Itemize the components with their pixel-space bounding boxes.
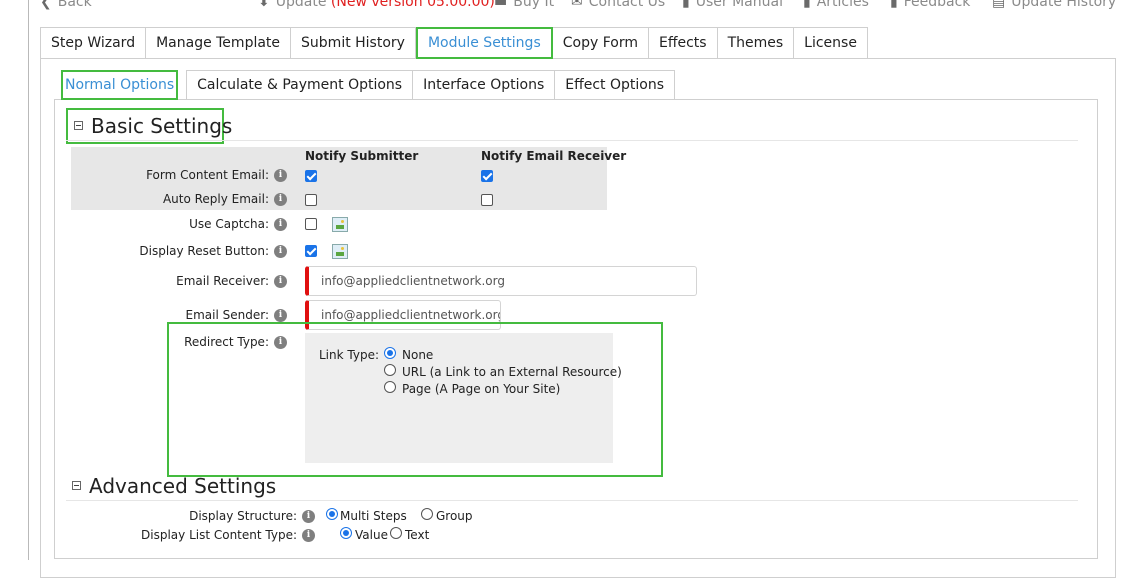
basic-separator [66, 140, 1078, 141]
group-label: Group [436, 509, 473, 523]
form-content-email-label: Form Content Email: [146, 168, 269, 182]
file-icon: ▮ [682, 0, 690, 10]
tab-step-wizard[interactable]: Step Wizard [40, 27, 147, 59]
envelope-icon: ✉ [571, 0, 583, 10]
tab-license[interactable]: License [794, 27, 868, 59]
info-icon[interactable]: i [302, 529, 315, 542]
redirect-highlight-box [167, 322, 663, 477]
sub-tabs: Normal Options Calculate & Payment Optio… [54, 70, 676, 100]
tab-effect-options[interactable]: Effect Options [555, 70, 676, 100]
info-icon[interactable]: i [274, 309, 287, 322]
back-arrow-icon: ❮ [40, 0, 52, 10]
use-captcha-checkbox[interactable] [305, 218, 317, 230]
collapse-icon[interactable] [72, 481, 81, 490]
email-receiver-label: Email Receiver: [176, 274, 269, 288]
buy-link[interactable]: ▬ Buy It [494, 0, 554, 10]
info-icon[interactable]: i [302, 510, 315, 523]
book-icon: ▮ [803, 0, 811, 10]
auto-reply-email-label: Auto Reply Email: [162, 192, 269, 206]
tab-interface-options[interactable]: Interface Options [413, 70, 556, 100]
display-structure-label: Display Structure: [189, 509, 297, 523]
tab-submit-history[interactable]: Submit History [291, 27, 416, 59]
text-radio[interactable] [390, 527, 402, 539]
info-icon[interactable]: i [274, 245, 287, 258]
auto-reply-submitter-checkbox[interactable] [305, 194, 317, 206]
use-captcha-label: Use Captcha: [189, 217, 269, 231]
display-reset-label: Display Reset Button: [139, 244, 269, 258]
tab-copy-form[interactable]: Copy Form [552, 27, 649, 59]
auto-reply-receiver-checkbox[interactable] [481, 194, 493, 206]
feedback-link[interactable]: ▮ Feedback [890, 0, 970, 10]
info-icon[interactable]: i [274, 169, 287, 182]
email-sender-label: Email Sender: [185, 308, 269, 322]
update-link[interactable]: ⬇ Update (New version 05.00.00) [258, 0, 495, 10]
group-radio[interactable] [421, 508, 433, 520]
value-label: Value [355, 528, 388, 542]
tab-calculate-payment[interactable]: Calculate & Payment Options [186, 70, 414, 100]
basic-settings-title: Basic Settings [91, 114, 233, 138]
multi-steps-label: Multi Steps [340, 509, 407, 523]
tab-effects[interactable]: Effects [648, 27, 718, 59]
download-icon: ⬇ [258, 0, 270, 10]
image-preview-icon[interactable] [332, 244, 348, 259]
advanced-separator [66, 500, 1078, 501]
info-icon[interactable]: i [274, 275, 287, 288]
multi-steps-radio[interactable] [326, 508, 338, 520]
advanced-settings-header[interactable]: Advanced Settings [72, 474, 276, 498]
col-notify-receiver: Notify Email Receiver [481, 149, 627, 163]
comment-icon: ▮ [890, 0, 898, 10]
main-tabs: Step Wizard Manage Template Submit Histo… [40, 27, 868, 59]
email-receiver-input[interactable]: info@appliedclientnetwork.org [305, 266, 697, 296]
manual-link[interactable]: ▮ User Manual [682, 0, 783, 10]
text-label: Text [405, 528, 430, 542]
display-reset-checkbox[interactable] [305, 245, 317, 257]
back-button[interactable]: ❮ Back [40, 0, 92, 10]
list-icon: ▤ [992, 0, 1006, 10]
articles-link[interactable]: ▮ Articles [803, 0, 869, 10]
info-icon[interactable]: i [274, 218, 287, 231]
tab-normal-options[interactable]: Normal Options [61, 70, 179, 100]
tab-module-settings[interactable]: Module Settings [415, 27, 553, 59]
image-preview-icon[interactable] [332, 217, 348, 232]
form-content-email-submitter-checkbox[interactable] [305, 170, 317, 182]
value-radio[interactable] [340, 527, 352, 539]
display-list-label: Display List Content Type: [141, 528, 297, 542]
collapse-icon[interactable] [74, 121, 83, 130]
basic-settings-header[interactable]: Basic Settings [66, 108, 232, 144]
info-icon[interactable]: i [274, 193, 287, 206]
advanced-settings-title: Advanced Settings [89, 474, 277, 498]
tab-manage-template[interactable]: Manage Template [146, 27, 292, 59]
top-toolbar: ❮ Back ⬇ Update (New version 05.00.00) ▬ Bu… [0, 0, 1125, 12]
form-content-email-receiver-checkbox[interactable] [481, 170, 493, 182]
history-link[interactable]: ▤ Update History [992, 0, 1116, 10]
tab-themes[interactable]: Themes [717, 27, 795, 59]
col-notify-submitter: Notify Submitter [305, 149, 419, 163]
card-icon: ▬ [494, 0, 508, 10]
contact-link[interactable]: ✉ Contact Us [571, 0, 665, 10]
